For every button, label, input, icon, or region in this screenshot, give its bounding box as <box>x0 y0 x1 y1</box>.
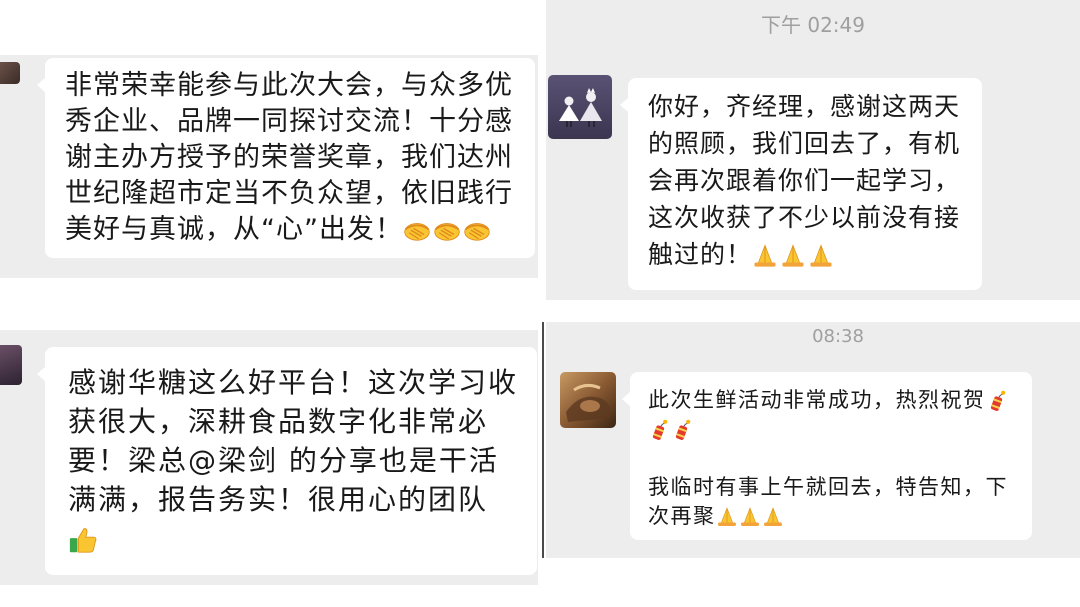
firecracker-icon <box>986 390 1008 412</box>
message-text: 会再次跟着你们一起学习， <box>648 166 961 195</box>
message-text: 秀企业、品牌一同探讨交流！十分感 <box>65 106 513 137</box>
message-bubble[interactable]: 此次生鲜活动非常成功，热烈祝贺 我临时有事上午就回去，特告知，下 次再聚 <box>622 372 1032 540</box>
message-text: 美好与真诚，从“心”出发！ <box>65 214 403 245</box>
message-line: 次再聚 <box>648 502 1032 531</box>
message-text: 此次生鲜活动非常成功，热烈祝贺 <box>648 388 986 412</box>
message-text: 要！梁总@梁剑 的分享也是干活 <box>68 444 499 477</box>
handshake-icon <box>433 217 461 245</box>
firecracker-icon <box>648 419 670 441</box>
avatar[interactable] <box>548 75 612 139</box>
timestamp: 下午 02:49 <box>761 13 865 37</box>
message-line <box>68 519 537 558</box>
message-bubble[interactable]: 非常荣幸能参与此次大会，与众多优 秀企业、品牌一同探讨交流！十分感 谢主办方授予… <box>37 58 535 258</box>
message-text: 非常荣幸能参与此次大会，与众多优 <box>65 70 513 101</box>
message-text: 我临时有事上午就回去，特告知，下 <box>648 475 1008 499</box>
folded-hands-icon <box>752 243 778 269</box>
handshake-icon <box>403 217 431 245</box>
folded-hands-icon <box>780 243 806 269</box>
timestamp: 08:38 <box>812 326 864 347</box>
folded-hands-icon <box>808 243 834 269</box>
message-text: 这次收获了不少以前没有接 <box>648 203 961 232</box>
message-text: 获很大，深耕食品数字化非常必 <box>68 405 489 438</box>
panel-divider <box>542 322 544 558</box>
message-text: 感谢华糖这么好平台！这次学习收 <box>68 366 519 399</box>
avatar[interactable] <box>0 62 20 84</box>
message-line <box>648 415 1032 444</box>
message-text: 谢主办方授予的荣誉奖章，我们达州 <box>65 142 513 173</box>
message-text: 你好，齐经理，感谢这两天 <box>648 92 961 121</box>
message-text: 满满，报告务实！很用心的团队 <box>68 483 489 516</box>
message-text: 触过的！ <box>648 240 753 269</box>
message-text: 世纪隆超市定当不负众望，依旧践行 <box>65 178 513 209</box>
folded-hands-icon <box>716 506 738 528</box>
folded-hands-icon <box>739 506 761 528</box>
firecracker-icon <box>671 419 693 441</box>
message-line: 美好与真诚，从“心”出发！ <box>65 212 535 248</box>
message-bubble[interactable]: 你好，齐经理，感谢这两天 的照顾，我们回去了，有机 会再次跟着你们一起学习， 这… <box>620 78 982 290</box>
handshake-icon <box>463 217 491 245</box>
message-bubble[interactable]: 感谢华糖这么好平台！这次学习收 获很大，深耕食品数字化非常必 要！梁总@梁剑 的… <box>37 347 537 575</box>
thumbs-up-icon <box>68 525 98 555</box>
avatar[interactable] <box>0 345 22 385</box>
message-line: 此次生鲜活动非常成功，热烈祝贺 <box>648 386 1032 415</box>
folded-hands-icon <box>762 506 784 528</box>
avatar[interactable] <box>560 372 616 428</box>
message-line: 触过的！ <box>648 236 982 273</box>
message-text: 次再聚 <box>648 504 716 528</box>
message-text: 的照顾，我们回去了，有机 <box>648 129 961 158</box>
